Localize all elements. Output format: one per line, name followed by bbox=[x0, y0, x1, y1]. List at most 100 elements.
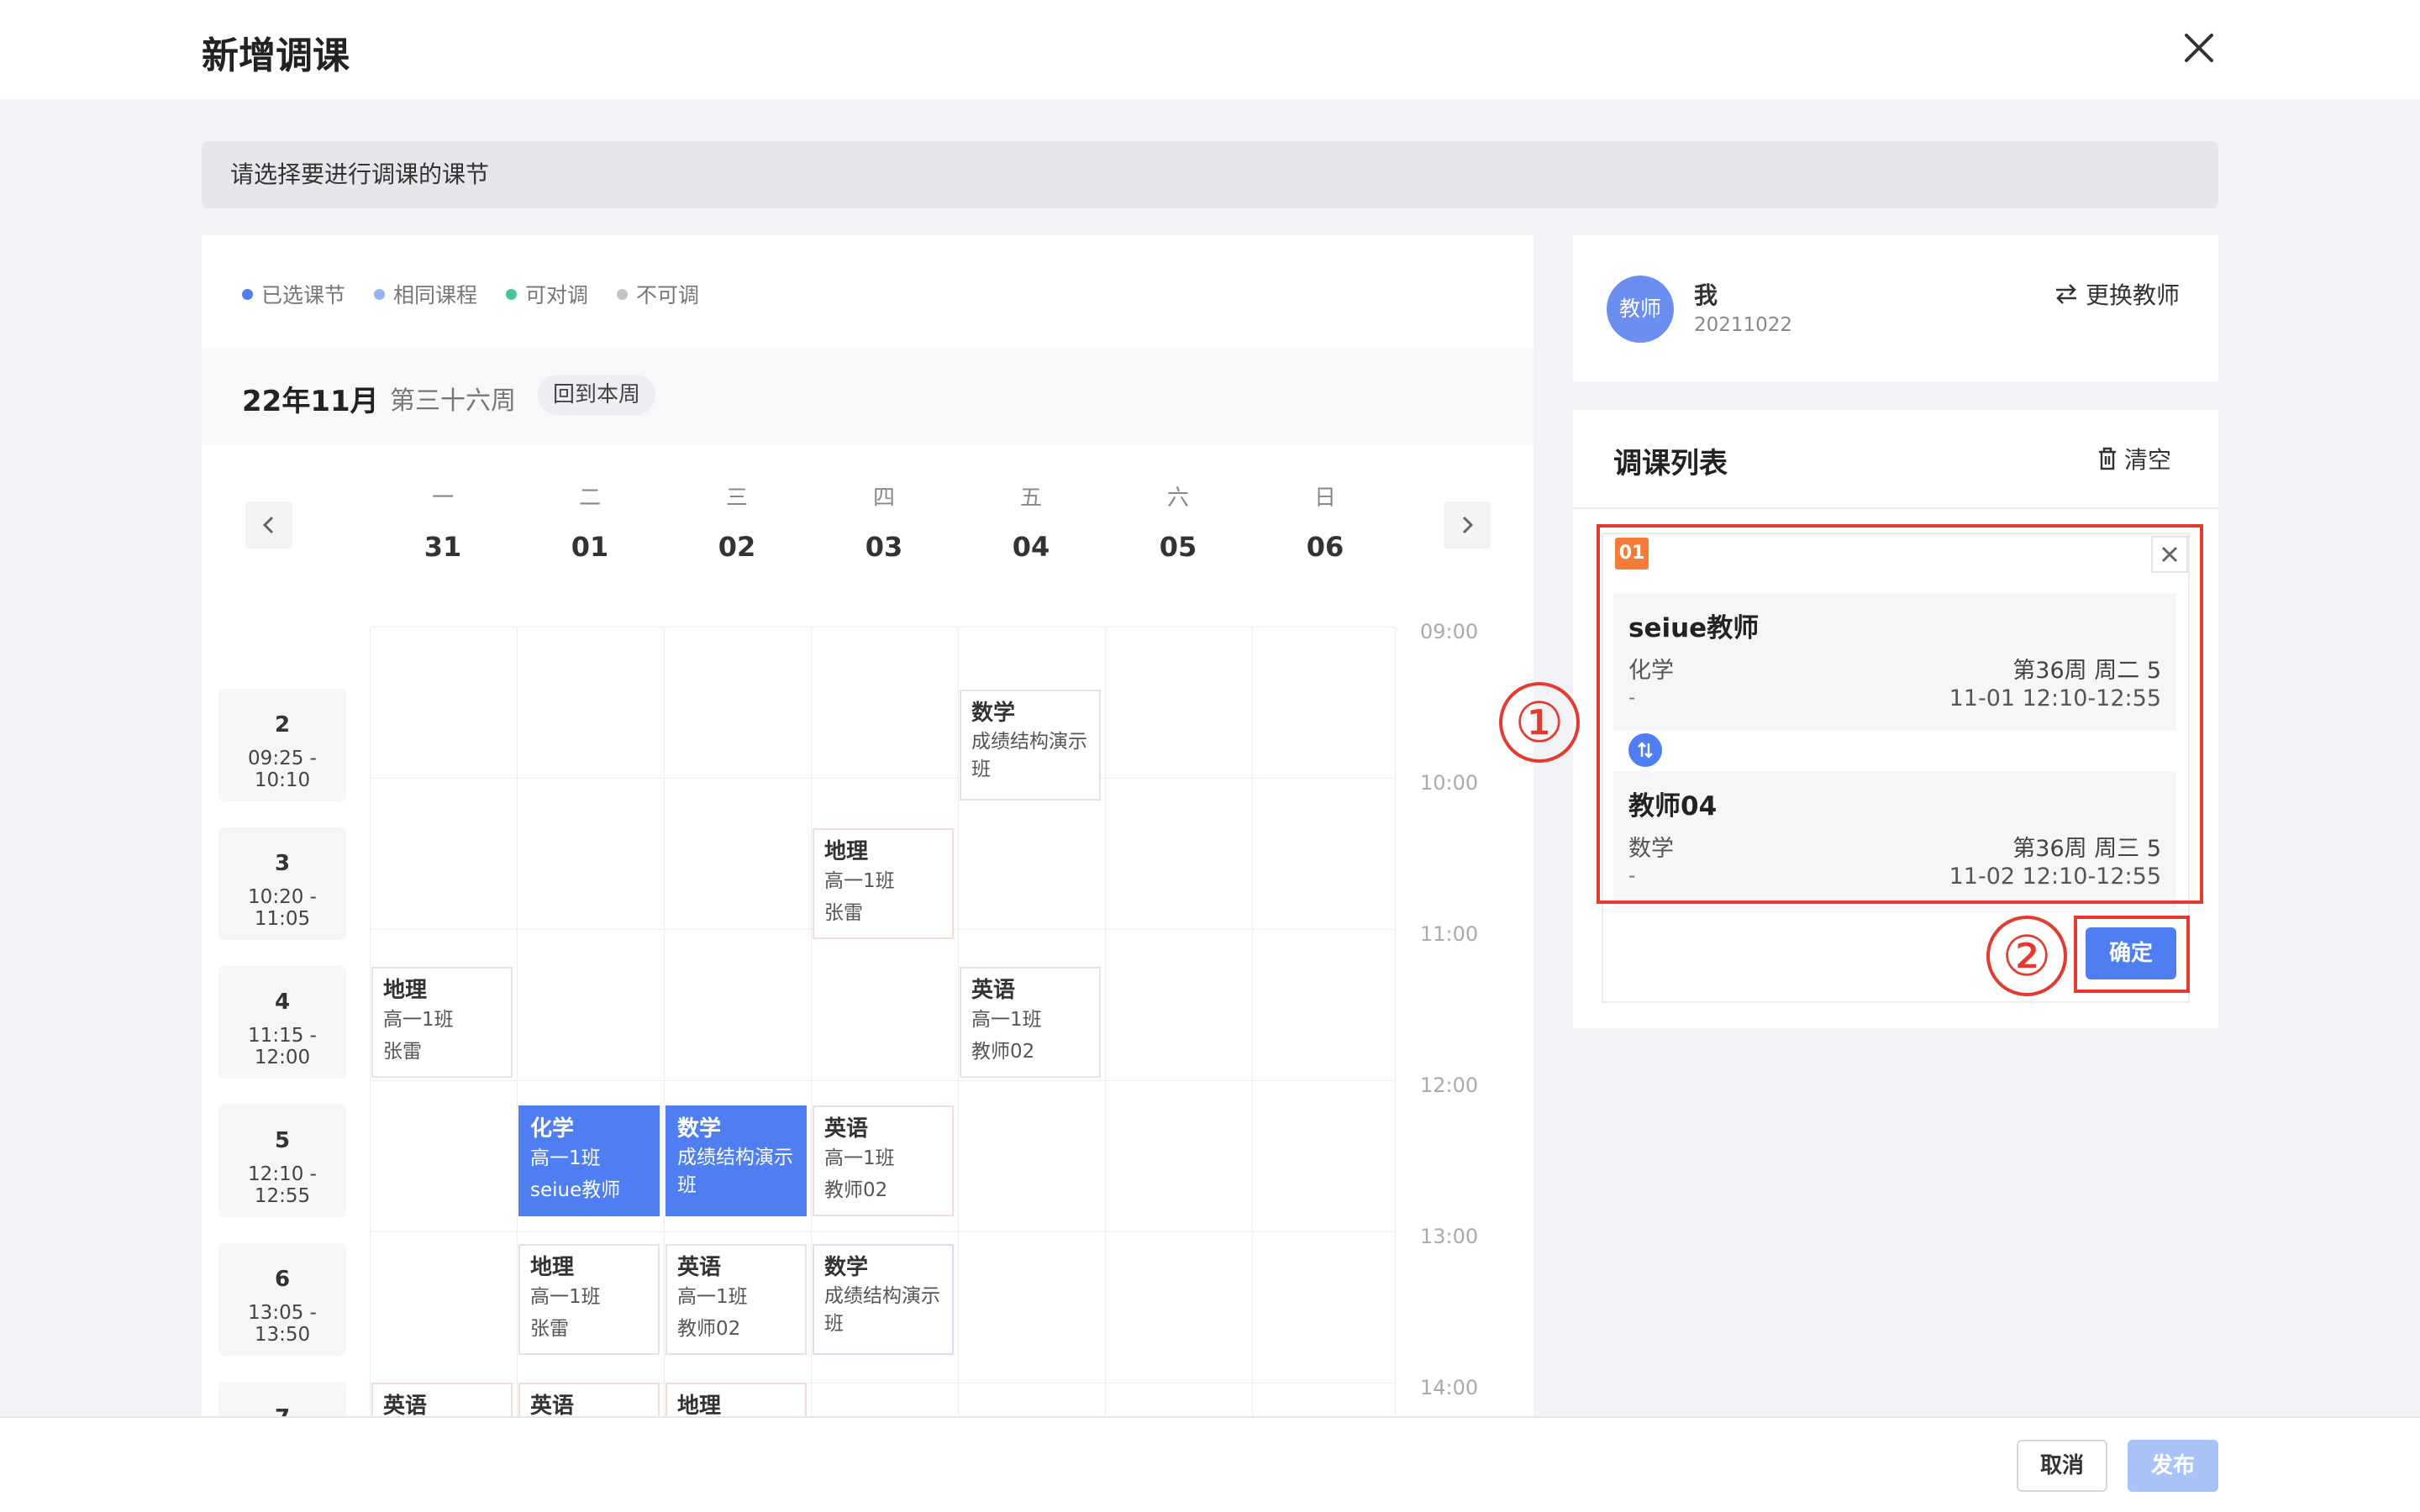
legend-dot bbox=[506, 288, 518, 300]
period-number: 6 bbox=[274, 1267, 291, 1292]
period-time: 12:10 - 12:55 bbox=[248, 1163, 317, 1207]
course-class-cont: 班 bbox=[677, 1174, 697, 1196]
course-teacher: 张雷 bbox=[824, 902, 863, 924]
day-name: 六 bbox=[1166, 486, 1189, 511]
annotation-frame bbox=[2074, 916, 2190, 993]
switch-teacher-label: 更换教师 bbox=[2086, 281, 2181, 309]
back-to-current-week-button[interactable]: 回到本周 bbox=[538, 375, 656, 415]
course-cell[interactable]: 地理 高一1班 张雷 bbox=[518, 1244, 660, 1355]
avatar: 教师 bbox=[1607, 276, 1674, 343]
dialog-footer: 取消 发布 bbox=[0, 1416, 2420, 1512]
grid-line bbox=[811, 627, 812, 1418]
grid-line bbox=[370, 778, 1395, 779]
course-class-cont: 班 bbox=[824, 1313, 844, 1335]
course-cell[interactable]: 数学 成绩结构演示 班 bbox=[960, 690, 1101, 801]
course-teacher: 教师02 bbox=[677, 1318, 741, 1340]
course-teacher: 张雷 bbox=[383, 1041, 422, 1063]
course-subject: 英语 bbox=[383, 1394, 428, 1418]
legend-label: 不可调 bbox=[636, 283, 700, 307]
trash-icon bbox=[2099, 447, 2116, 470]
switch-teacher-button[interactable]: 更换教师 bbox=[2054, 277, 2180, 311]
adjust-list-title: 调课列表 bbox=[1613, 447, 1728, 480]
dialog-header: 新增调课 bbox=[0, 0, 2420, 99]
divider bbox=[1573, 507, 2218, 509]
day-number: 04 bbox=[1012, 531, 1050, 563]
period-time: 09:25 - 10:10 bbox=[248, 748, 317, 791]
month-bar: 22年11月 第三十六周 回到本周 bbox=[202, 348, 1534, 445]
swap-arrows-icon bbox=[2056, 284, 2076, 304]
chevron-left-icon bbox=[262, 516, 274, 534]
legend-label: 相同课程 bbox=[393, 283, 478, 307]
course-class: 高一1班 bbox=[383, 1009, 454, 1031]
grid-line bbox=[517, 627, 518, 1418]
legend-item-swappable: 可对调 bbox=[506, 279, 588, 309]
course-subject: 英语 bbox=[530, 1394, 575, 1418]
grid-line bbox=[1105, 627, 1106, 1418]
legend-dot bbox=[242, 288, 253, 300]
grid-line bbox=[1252, 627, 1253, 1418]
course-cell[interactable]: 地理 高一1班 张雷 bbox=[371, 967, 513, 1078]
course-class: 高一1班 bbox=[971, 1009, 1042, 1031]
instruction-banner: 请选择要进行调课的课节 bbox=[202, 141, 2218, 208]
chevron-right-icon bbox=[1462, 516, 1474, 534]
course-class: 高一1班 bbox=[824, 1147, 895, 1169]
period-number: 3 bbox=[274, 851, 291, 876]
clear-label: 清空 bbox=[2124, 446, 2172, 474]
time-label: 10:00 bbox=[1420, 771, 1479, 795]
course-teacher: seiue教师 bbox=[530, 1179, 621, 1201]
course-subject: 数学 bbox=[971, 701, 1016, 726]
course-cell[interactable]: 地理 bbox=[666, 1383, 807, 1418]
course-cell[interactable]: 英语 高一1班 教师02 bbox=[666, 1244, 807, 1355]
course-cell-selected[interactable]: 化学 高一1班 seiue教师 bbox=[518, 1105, 660, 1216]
legend-dot bbox=[374, 288, 386, 300]
day-number: 02 bbox=[718, 531, 756, 563]
course-cell[interactable]: 英语 高一1班 教师02 bbox=[813, 1105, 954, 1216]
prev-week-button[interactable] bbox=[245, 501, 292, 549]
time-label: 14:00 bbox=[1420, 1376, 1479, 1399]
clear-button[interactable]: 清空 bbox=[2096, 442, 2171, 475]
course-cell[interactable]: 地理 高一1班 张雷 bbox=[813, 828, 954, 939]
teacher-card: 教师 我 20211022 更换教师 bbox=[1573, 235, 2218, 381]
course-teacher: 张雷 bbox=[530, 1318, 569, 1340]
course-cell[interactable]: 英语 bbox=[518, 1383, 660, 1418]
time-label: 09:00 bbox=[1420, 620, 1479, 643]
day-name: 五 bbox=[1019, 486, 1042, 511]
annotation-mark-1: ① bbox=[1499, 682, 1580, 763]
legend-item-selected: 已选课节 bbox=[242, 279, 345, 309]
course-class: 高一1班 bbox=[530, 1147, 601, 1169]
course-subject: 数学 bbox=[677, 1116, 722, 1142]
next-week-button[interactable] bbox=[1444, 501, 1491, 549]
legend-label: 可对调 bbox=[525, 283, 589, 307]
course-teacher: 教师02 bbox=[971, 1041, 1035, 1063]
course-subject: 英语 bbox=[677, 1255, 722, 1280]
course-subject: 地理 bbox=[677, 1394, 722, 1418]
course-class: 成绩结构演示 bbox=[971, 731, 1087, 753]
day-number: 03 bbox=[865, 531, 903, 563]
course-cell[interactable]: 数学 成绩结构演示 班 bbox=[813, 1244, 954, 1355]
course-class: 高一1班 bbox=[824, 870, 895, 892]
publish-button[interactable]: 发布 bbox=[2128, 1440, 2218, 1492]
grid-line bbox=[1395, 627, 1396, 1418]
day-name: 三 bbox=[725, 486, 748, 511]
grid-line bbox=[370, 1080, 1395, 1081]
time-label: 13:00 bbox=[1420, 1225, 1479, 1248]
period-label: 4 11:15 - 12:00 bbox=[218, 966, 346, 1079]
time-label: 11:00 bbox=[1420, 922, 1479, 946]
legend-label: 已选课节 bbox=[261, 283, 346, 307]
day-name: 四 bbox=[872, 486, 895, 511]
day-number: 01 bbox=[571, 531, 609, 563]
day-name: 二 bbox=[578, 486, 601, 511]
legend-item-same-course: 相同课程 bbox=[374, 279, 477, 309]
period-number: 4 bbox=[274, 990, 291, 1015]
close-icon[interactable] bbox=[2180, 29, 2218, 67]
teacher-name: 我 bbox=[1694, 281, 1718, 309]
teacher-id: 20211022 bbox=[1694, 314, 1793, 336]
period-time: 11:15 - 12:00 bbox=[248, 1025, 317, 1068]
course-cell[interactable]: 英语 bbox=[371, 1383, 513, 1418]
course-cell-selected[interactable]: 数学 成绩结构演示 班 bbox=[666, 1105, 807, 1216]
course-class: 高一1班 bbox=[677, 1286, 748, 1308]
annotation-frame bbox=[1597, 524, 2203, 904]
course-cell[interactable]: 英语 高一1班 教师02 bbox=[960, 967, 1101, 1078]
dialog-title: 新增调课 bbox=[202, 34, 350, 77]
cancel-button[interactable]: 取消 bbox=[2017, 1440, 2107, 1492]
